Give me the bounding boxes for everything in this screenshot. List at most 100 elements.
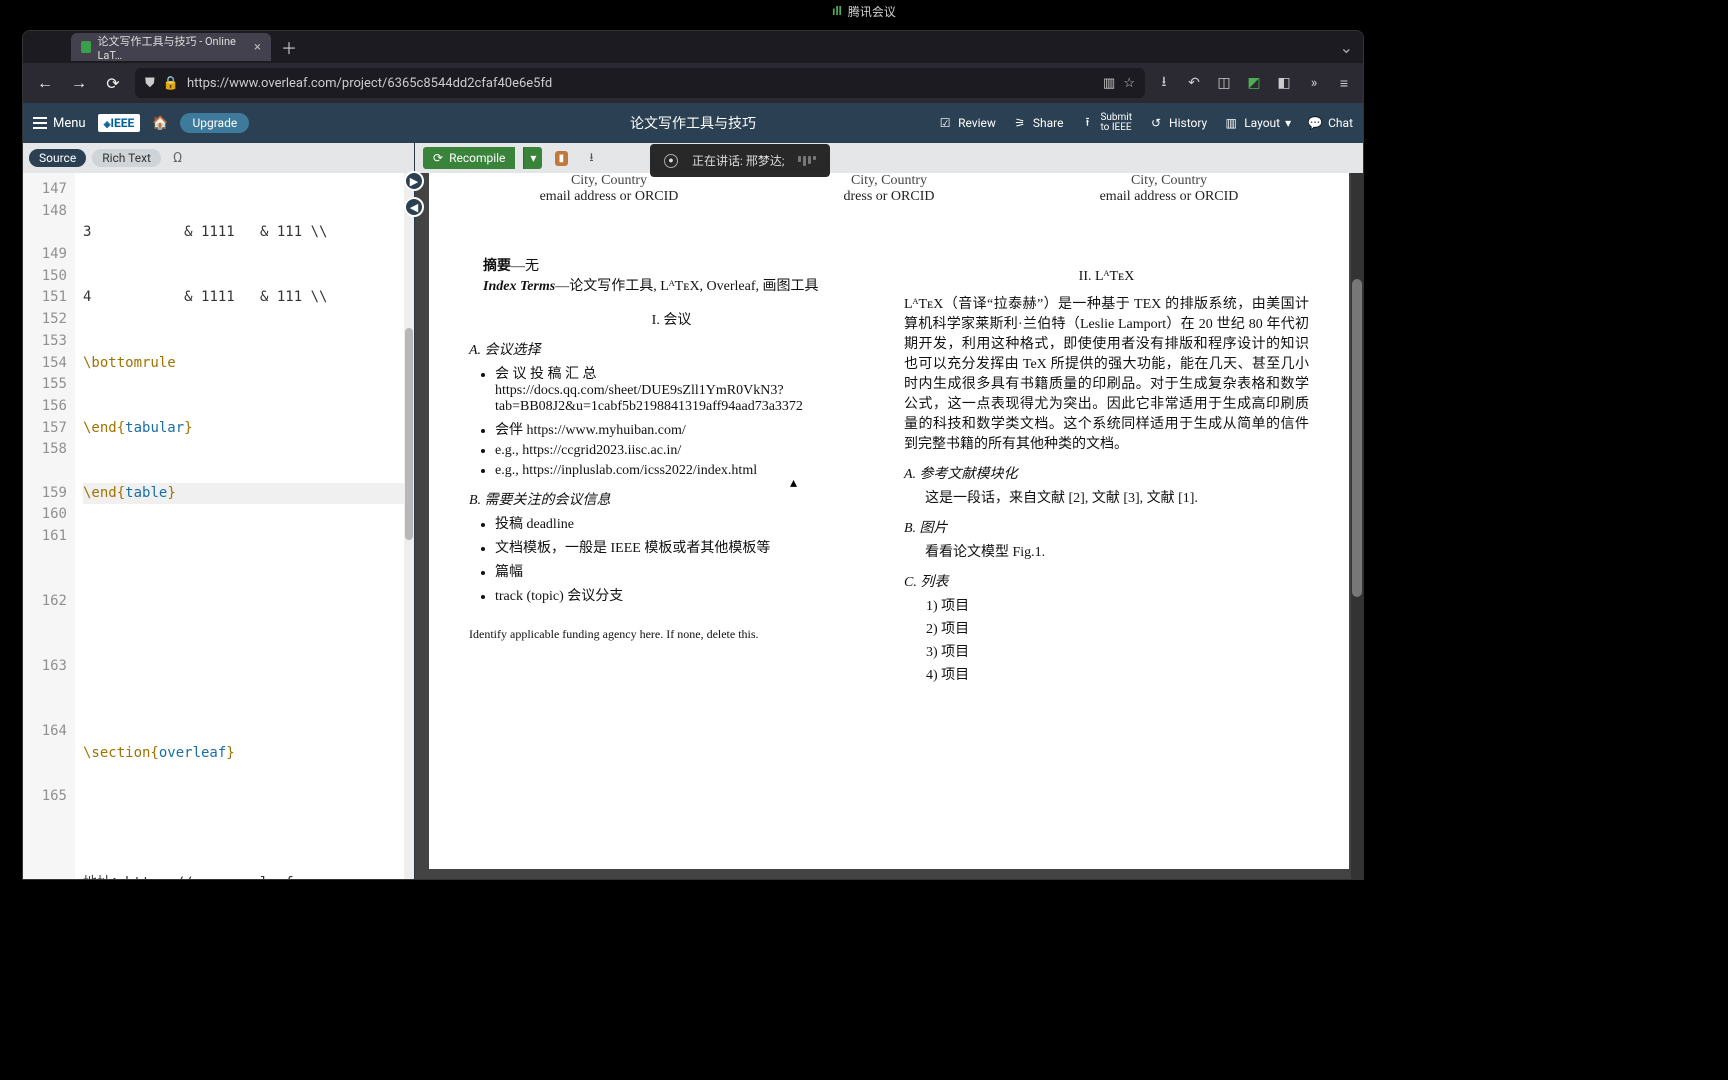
list-item: e.g., https://ccgrid2023.iisc.ac.in/ <box>495 443 874 459</box>
shield-icon: ⛊ <box>145 76 155 91</box>
bookmark-star-icon[interactable]: ☆ <box>1123 76 1135 91</box>
undo-close-icon[interactable]: ↶ <box>1185 74 1203 92</box>
tabs-dropdown-icon[interactable]: ⌄ <box>1340 38 1363 57</box>
list-item: track (topic) 会议分支 <box>495 585 874 605</box>
list-item: 会 议 投 稿 汇 总 https://docs.qq.com/sheet/DU… <box>495 363 874 415</box>
extension-icon-2[interactable]: ◩ <box>1245 74 1263 92</box>
menu-button[interactable]: Menu <box>33 116 86 131</box>
hamburger-icon <box>33 117 47 129</box>
back-button[interactable]: ← <box>33 71 57 95</box>
address-bar[interactable]: ⛊ 🔒 https://www.overleaf.com/project/636… <box>135 68 1145 98</box>
list-item: e.g., https://inpluslab.com/icss2022/ind… <box>495 463 874 479</box>
layout-icon: ▥ <box>1223 115 1239 131</box>
section-2-title: II. LᴬTᴇX <box>904 269 1309 285</box>
pdf-page: City, Countryemail address or ORCID City… <box>429 173 1349 869</box>
speaking-toast: ● 正在讲话: 邢梦达; <box>650 144 830 177</box>
code-body[interactable]: 3 & 1111 & 111 \\ 4 & 1111 & 111 \\ \bot… <box>75 173 414 879</box>
author-email-3: email address or ORCID <box>1029 189 1309 205</box>
waveform-icon <box>798 156 816 166</box>
submit-button[interactable]: ⭱Submitto IEEE <box>1079 113 1132 133</box>
os-menu-bar: ıll 腾讯会议 <box>0 0 1728 22</box>
subsection-1a: A. 会议选择 <box>469 339 874 359</box>
scrollbar-thumb[interactable] <box>1352 279 1362 597</box>
chat-button[interactable]: 💬Chat <box>1307 115 1353 131</box>
subsection-1b: B. 需要关注的会议信息 <box>469 489 874 509</box>
list-item: 篇幅 <box>495 561 874 581</box>
list-item: 投稿 deadline <box>495 513 874 533</box>
pdf-viewport[interactable]: City, Countryemail address or ORCID City… <box>415 173 1363 879</box>
tab-source[interactable]: Source <box>29 149 86 167</box>
pane-collapse-left-icon[interactable]: ◀ <box>404 197 424 217</box>
share-button[interactable]: ⚞Share <box>1012 115 1064 131</box>
app-menu-icon[interactable]: ≡ <box>1335 74 1353 92</box>
subsection-2c: C. 列表 <box>904 571 1309 591</box>
latex-intro-paragraph: LᴬTᴇX（音译“拉泰赫”）是一种基于 TEX 的排版系统，由美国计算机科学家莱… <box>904 293 1309 453</box>
upgrade-button[interactable]: Upgrade <box>180 113 249 133</box>
funding-footnote: Identify applicable funding agency here.… <box>469 627 874 642</box>
layout-button[interactable]: ▥Layout ▾ <box>1223 115 1291 131</box>
tab-rich-text[interactable]: Rich Text <box>92 149 161 167</box>
tab-strip: 论文写作工具与技巧 - Online LaT… × ＋ ⌄ <box>23 31 1363 63</box>
upload-icon: ⭱ <box>1079 115 1095 131</box>
symbol-palette-icon[interactable]: Ω <box>173 150 182 166</box>
mouse-cursor: ▴ <box>790 475 797 491</box>
project-title[interactable]: 论文写作工具与技巧 <box>630 113 756 133</box>
author-city-3: City, Country <box>1029 173 1309 189</box>
history-icon: ↺ <box>1148 115 1164 131</box>
compile-toolbar: ⟳Recompile ▾ ▮ ⭳ <box>415 143 1363 173</box>
speaking-label: 正在讲话: 邢梦达; <box>692 152 784 169</box>
meeting-app-name: 腾讯会议 <box>848 3 896 20</box>
overflow-icon[interactable]: » <box>1305 74 1323 92</box>
pdf-left-column: 摘要—无 Index Terms—论文写作工具, LᴬTᴇX, Overleaf… <box>469 255 874 687</box>
url-bar: ← → ⟳ ⛊ 🔒 https://www.overleaf.com/proje… <box>23 63 1363 103</box>
reader-mode-icon[interactable]: ▥ <box>1103 76 1115 91</box>
list-item: 4) 项目 <box>926 664 1309 684</box>
author-email-1: email address or ORCID <box>469 189 749 205</box>
ieee-logo[interactable]: ◈IEEE <box>98 114 141 132</box>
section-1-title: I. 会议 <box>469 309 874 329</box>
line-gutter: 147 148 149 150 151 152 153 154 155 156 … <box>23 173 75 879</box>
recompile-button[interactable]: ⟳Recompile <box>423 147 515 169</box>
list-item: 文档模板，一般是 IEEE 模板或者其他模板等 <box>495 537 874 557</box>
list-item: 1) 项目 <box>926 595 1309 615</box>
lock-icon: 🔒 <box>163 76 179 91</box>
refresh-icon: ⟳ <box>433 151 443 165</box>
close-tab-icon[interactable]: × <box>254 40 261 55</box>
pdf-scrollbar[interactable] <box>1351 173 1363 879</box>
url-text: https://www.overleaf.com/project/6365c85… <box>187 76 552 91</box>
code-editor[interactable]: 147 148 149 150 151 152 153 154 155 156 … <box>23 173 414 879</box>
reload-button[interactable]: ⟳ <box>101 71 125 95</box>
signal-icon: ıll <box>832 4 842 18</box>
download-icon[interactable]: ⭳ <box>1155 74 1173 92</box>
pdf-right-column: II. LᴬTᴇX LᴬTᴇX（音译“拉泰赫”）是一种基于 TEX 的排版系统，… <box>904 255 1309 687</box>
preview-pane: ⟳Recompile▾ ▮ ⭳ City, Countryemail addre… <box>415 143 1363 879</box>
chevron-down-icon: ▾ <box>1285 116 1291 130</box>
menu-label: Menu <box>53 116 86 131</box>
list-item: 3) 项目 <box>926 641 1309 661</box>
review-icon: ☑ <box>937 115 953 131</box>
extension-icon-1[interactable]: ◫ <box>1215 74 1233 92</box>
editor-pane: Source Rich Text Ω ▶ ◀ 147 148 149 150 1… <box>23 143 415 879</box>
download-pdf-icon[interactable]: ⭳ <box>580 147 602 169</box>
list-item: 会伴 https://www.myhuiban.com/ <box>495 419 874 439</box>
author-email-2: dress or ORCID <box>749 189 1029 205</box>
chat-icon: 💬 <box>1307 115 1323 131</box>
pane-collapse-right-icon[interactable]: ▶ <box>404 171 424 191</box>
forward-button[interactable]: → <box>67 71 91 95</box>
new-tab-button[interactable]: ＋ <box>281 35 297 59</box>
history-button[interactable]: ↺History <box>1148 115 1207 131</box>
browser-tab-overleaf[interactable]: 论文写作工具与技巧 - Online LaT… × <box>71 33 271 61</box>
ref-sentence: 这是一段话，来自文献 [2], 文献 [3], 文献 [1]. <box>904 487 1309 507</box>
review-button[interactable]: ☑Review <box>937 115 996 131</box>
list-item: 2) 项目 <box>926 618 1309 638</box>
scrollbar-thumb[interactable] <box>405 328 413 540</box>
recompile-options-dropdown[interactable]: ▾ <box>523 147 542 169</box>
mic-icon: ● <box>664 154 678 168</box>
subsection-2b: B. 图片 <box>904 517 1309 537</box>
extension-icon-3[interactable]: ◧ <box>1275 74 1293 92</box>
logs-button[interactable]: ▮ <box>550 147 572 169</box>
overleaf-favicon <box>81 41 91 53</box>
home-icon[interactable]: 🏠 <box>152 116 168 131</box>
editor-scrollbar[interactable] <box>404 173 414 879</box>
editor-mode-tabs: Source Rich Text Ω <box>23 143 414 173</box>
